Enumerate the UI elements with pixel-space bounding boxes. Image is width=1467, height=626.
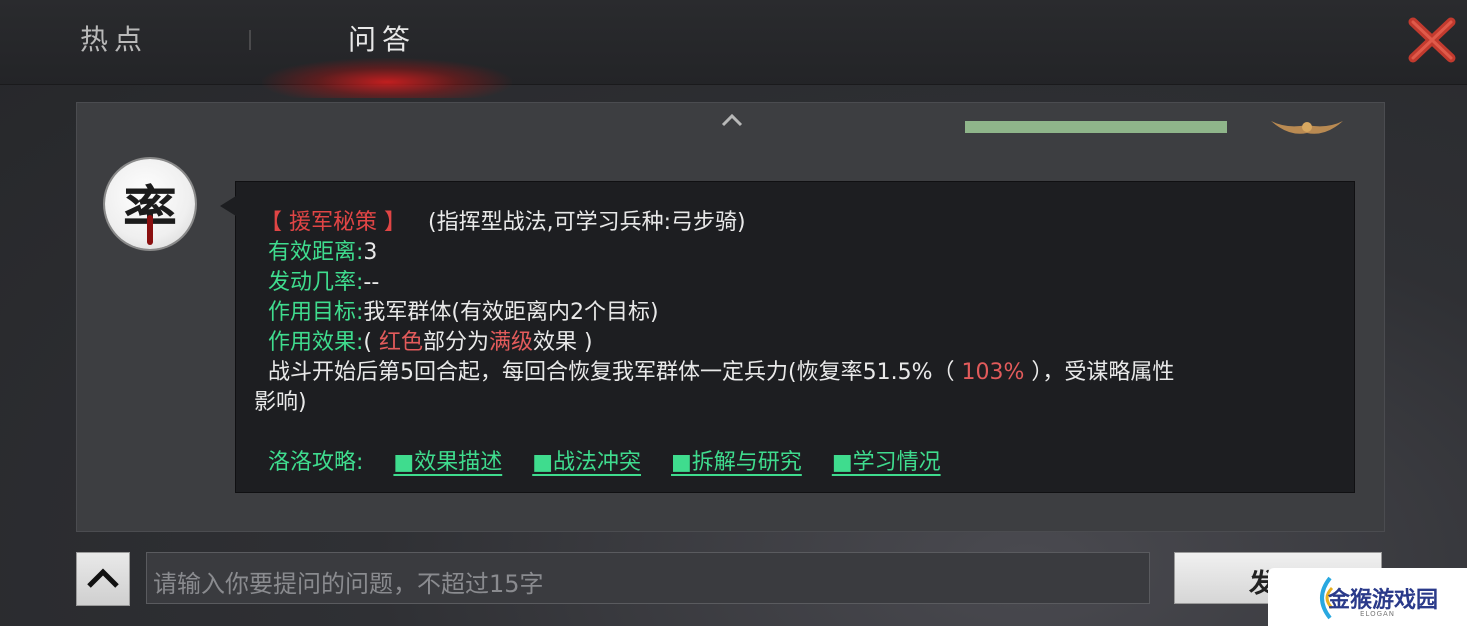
- chance-row: 发动几率:--: [268, 264, 379, 296]
- effect-row: 作用效果:( 红色部分为满级效果 ): [268, 324, 593, 356]
- close-icon[interactable]: [1405, 14, 1459, 64]
- tab-hot[interactable]: 热点: [80, 18, 148, 58]
- avatar: 率: [105, 159, 195, 249]
- effect-description: 战斗开始后第5回合起，每回合恢复我军群体一定兵力(恢复率51.5%（ 103% …: [268, 354, 1174, 386]
- desc-max-value: 103%: [961, 360, 1025, 385]
- guide-link-conflict[interactable]: ■战法冲突: [532, 450, 641, 475]
- tab-qa[interactable]: 问答: [348, 18, 416, 58]
- watermark-subtext: ELOGAN: [1360, 610, 1396, 618]
- watermark: 金猴游戏园 ELOGAN: [1268, 568, 1467, 626]
- effect-description-cont: 影响): [254, 390, 307, 415]
- qa-panel: 率 【 援军秘策 】 (指挥型战法,可学习兵种:弓步骑) 有效距离:3 发动几率:…: [76, 102, 1385, 532]
- rank-wings-icon: [1271, 121, 1343, 134]
- effect-note-red: 红色: [379, 330, 424, 355]
- chevron-up-icon: [87, 568, 119, 588]
- effect-note-max: 满级: [489, 330, 534, 355]
- target-label: 作用目标:: [268, 300, 364, 325]
- skill-type: (指挥型战法,可学习兵种:弓步骑): [428, 210, 746, 235]
- target-value: 我军群体(有效距离内2个目标): [363, 300, 659, 325]
- expand-button[interactable]: [76, 552, 130, 606]
- skill-name: 【 援军秘策 】: [260, 210, 406, 235]
- guide-links-row: 洛洛攻略: ■效果描述 ■战法冲突 ■拆解与研究 ■学习情况: [268, 444, 941, 476]
- answer-bubble: 【 援军秘策 】 (指挥型战法,可学习兵种:弓步骑) 有效距离:3 发动几率:--…: [220, 181, 1355, 493]
- guide-link-effect[interactable]: ■效果描述: [393, 450, 502, 475]
- effect-note-close: 效果 ): [533, 330, 593, 355]
- guide-link-learning[interactable]: ■学习情况: [832, 450, 941, 475]
- target-row: 作用目标:我军群体(有效距离内2个目标): [268, 294, 659, 326]
- question-input[interactable]: 请输入你要提问的问题，不超过15字: [146, 552, 1150, 604]
- effect-note-mid: 部分为: [423, 330, 490, 355]
- avatar-brush-stroke: [147, 215, 153, 245]
- range-value: 3: [363, 240, 378, 265]
- effect-note-open: (: [363, 330, 379, 355]
- skill-header: 【 援军秘策 】 (指挥型战法,可学习兵种:弓步骑): [260, 204, 746, 236]
- range-label: 有效距离:: [268, 240, 364, 265]
- guide-link-research[interactable]: ■拆解与研究: [671, 450, 802, 475]
- progress-bar: [965, 121, 1227, 133]
- tab-divider: [249, 30, 251, 50]
- tab-bar: 热点 问答: [0, 0, 1467, 98]
- range-row: 有效距离:3: [268, 234, 377, 266]
- desc-part2: ），受谋略属性: [1024, 360, 1175, 385]
- active-tab-indicator: [262, 58, 512, 98]
- effect-label: 作用效果:: [268, 330, 364, 355]
- scroll-up-icon[interactable]: [719, 111, 745, 129]
- guide-label: 洛洛攻略:: [268, 450, 364, 475]
- chance-label: 发动几率:: [268, 270, 364, 295]
- desc-part1: 战斗开始后第5回合起，每回合恢复我军群体一定兵力(恢复率51.5%（: [268, 360, 962, 385]
- chance-value: --: [363, 270, 380, 295]
- bubble-tail: [220, 196, 236, 216]
